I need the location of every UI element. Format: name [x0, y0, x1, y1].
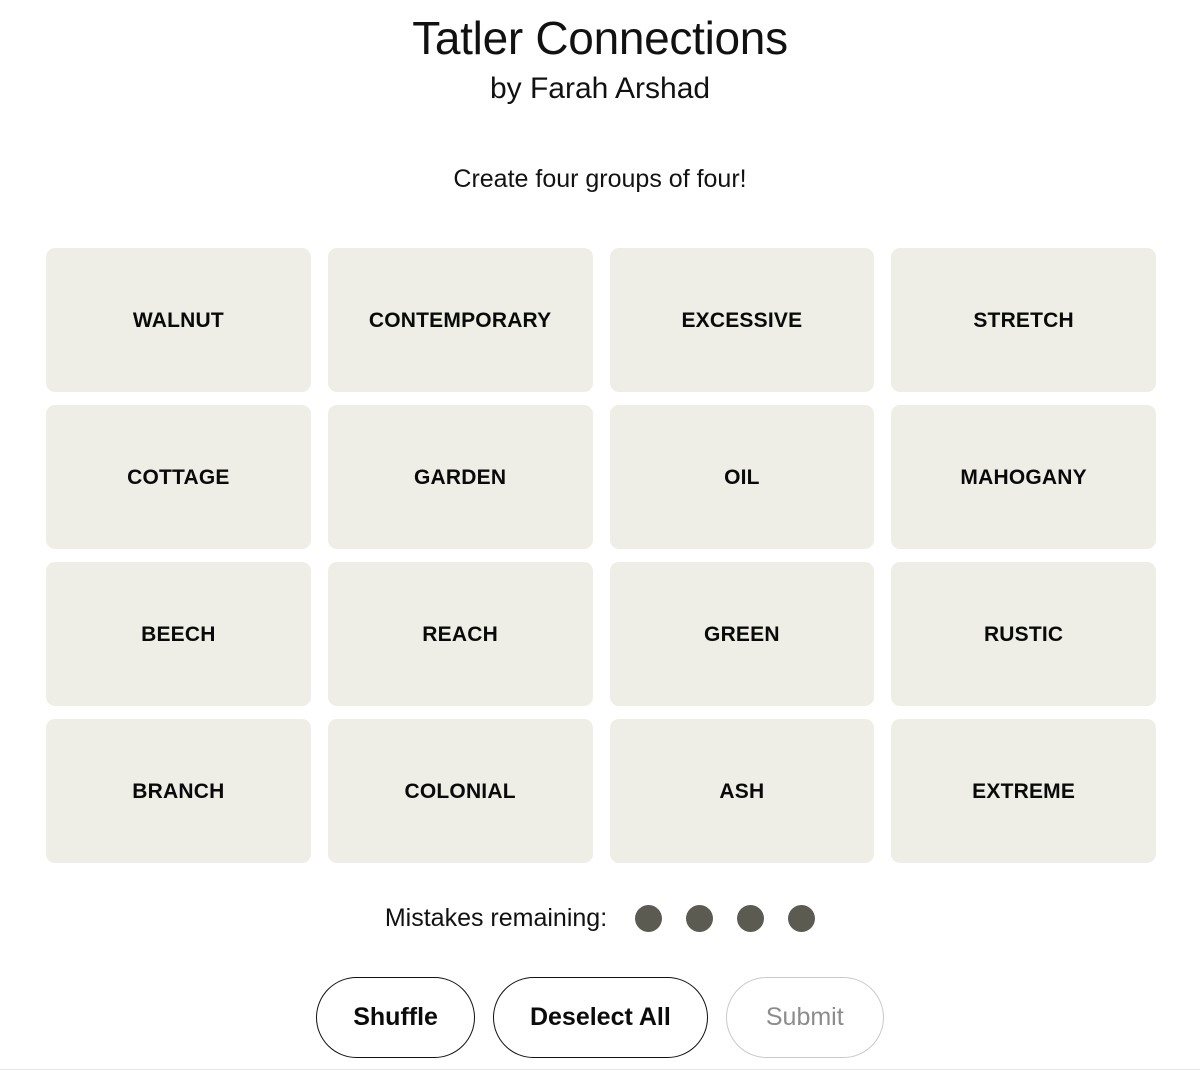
word-tile-label: COTTAGE: [127, 465, 230, 489]
action-button-row: Shuffle Deselect All Submit: [0, 977, 1200, 1058]
shuffle-button[interactable]: Shuffle: [316, 977, 475, 1058]
instructions-text: Create four groups of four!: [453, 165, 747, 194]
word-tile[interactable]: RUSTIC: [891, 562, 1156, 706]
mistakes-remaining-row: Mistakes remaining:: [0, 904, 1200, 933]
word-tile-label: EXTREME: [972, 779, 1076, 803]
word-tile[interactable]: GARDEN: [327, 405, 593, 549]
word-tile-label: GARDEN: [414, 465, 507, 489]
page-title: Tatler Connections: [412, 12, 788, 64]
word-tile-label: STRETCH: [973, 308, 1074, 332]
word-tile-label: REACH: [422, 622, 498, 646]
author-byline: by Farah Arshad: [489, 71, 711, 105]
word-tile-label: BRANCH: [132, 779, 225, 803]
mistake-dot: [788, 905, 816, 932]
word-tile[interactable]: EXTREME: [891, 719, 1156, 863]
deselect-all-button[interactable]: Deselect All: [492, 977, 708, 1058]
word-grid: WALNUT CONTEMPORARY EXCESSIVE STRETCH COTTAG…: [46, 248, 1156, 863]
mistake-dot: [686, 905, 714, 932]
word-tile[interactable]: ASH: [609, 719, 875, 863]
mistake-dot: [635, 905, 663, 932]
word-tile-label: OIL: [724, 465, 760, 489]
word-tile[interactable]: BEECH: [46, 562, 311, 706]
word-tile[interactable]: COLONIAL: [327, 719, 593, 863]
mistake-dot: [737, 905, 765, 932]
word-tile[interactable]: BRANCH: [46, 719, 311, 863]
word-tile[interactable]: STRETCH: [891, 248, 1156, 392]
word-tile-label: CONTEMPORARY: [368, 308, 552, 332]
word-tile[interactable]: WALNUT: [46, 248, 311, 392]
connections-game-page: Tatler Connections by Farah Arshad Creat…: [0, 0, 1200, 1076]
word-tile-label: BEECH: [141, 622, 216, 646]
word-tile[interactable]: OIL: [609, 405, 875, 549]
word-tile-label: EXCESSIVE: [681, 308, 803, 332]
word-tile-label: GREEN: [704, 622, 780, 646]
word-tile-label: RUSTIC: [983, 622, 1064, 646]
word-tile[interactable]: GREEN: [609, 562, 875, 706]
word-tile[interactable]: COTTAGE: [46, 405, 311, 549]
word-tile[interactable]: EXCESSIVE: [609, 248, 875, 392]
mistakes-remaining-label: Mistakes remaining:: [384, 904, 608, 932]
word-tile-label: WALNUT: [132, 308, 224, 332]
mistake-dots: [635, 905, 816, 932]
word-tile-label: ASH: [719, 779, 765, 803]
bottom-divider: [0, 1069, 1200, 1070]
word-tile[interactable]: CONTEMPORARY: [327, 248, 593, 392]
word-tile-label: MAHOGANY: [960, 465, 1087, 489]
page-header: Tatler Connections by Farah Arshad: [0, 0, 1200, 106]
word-tile[interactable]: MAHOGANY: [891, 405, 1156, 549]
submit-button[interactable]: Submit: [725, 977, 884, 1058]
word-tile-label: COLONIAL: [404, 779, 516, 803]
word-tile[interactable]: REACH: [327, 562, 593, 706]
